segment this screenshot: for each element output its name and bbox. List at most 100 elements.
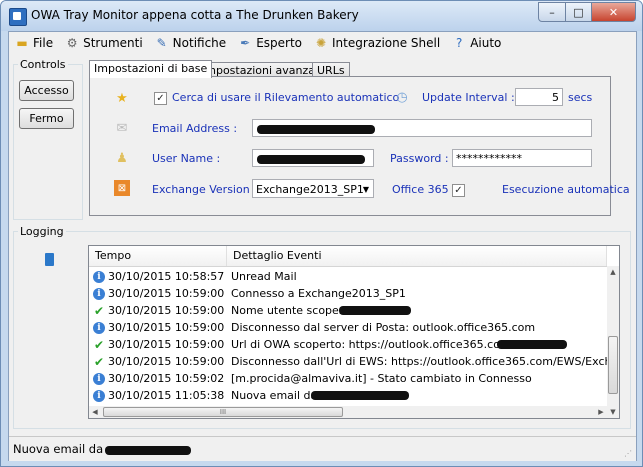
info-icon: i (93, 270, 105, 283)
close-button[interactable]: ✕ (591, 2, 636, 22)
menu-strumenti-label: Strumenti (83, 36, 143, 50)
shell-icon: ✺ (315, 36, 327, 50)
star-icon: ★ (116, 90, 128, 106)
menu-integrazione-shell[interactable]: ✺ Integrazione Shell (308, 33, 446, 53)
row-time: 30/10/2015 10:59:00 (108, 321, 225, 334)
clock-icon: ◷ (396, 89, 408, 105)
autostart-label[interactable]: Esecuzione automatica (502, 183, 630, 196)
resize-grip-icon[interactable]: ⋰ (624, 449, 634, 459)
window-title: OWA Tray Monitor appena cotta a The Drun… (31, 8, 359, 22)
logging-legend: Logging (20, 225, 64, 238)
redaction-mark (257, 155, 365, 164)
fermo-button[interactable]: Fermo (19, 108, 74, 129)
redaction-mark (257, 125, 375, 134)
password-input[interactable]: ************ (452, 149, 592, 167)
redaction-mark (311, 391, 409, 400)
status-text: Nuova email da (13, 442, 104, 456)
table-row[interactable]: i 30/10/2015 11:05:38 Nuova email da (89, 387, 607, 404)
tab-impostazioni-di-base[interactable]: Impostazioni di base (89, 60, 213, 78)
row-time: 30/10/2015 10:59:00 (108, 355, 225, 368)
menu-notifiche-label: Notifiche (172, 36, 227, 50)
info-icon: i (93, 372, 105, 385)
update-interval-input[interactable]: 5 (515, 88, 563, 106)
menu-strumenti[interactable]: ⚙ Strumenti (59, 33, 149, 53)
row-detail: [m.procida@almaviva.it] - Stato cambiato… (231, 372, 532, 385)
vertical-scrollbar[interactable]: ▲ ▼ (607, 266, 619, 418)
row-detail: Disconnesso dal server di Posta: outlook… (231, 321, 536, 334)
check-icon: ✔ (93, 354, 105, 369)
office365-checkbox[interactable]: ✓ (452, 184, 465, 197)
office365-label: Office 365 (392, 183, 449, 196)
redaction-mark (497, 340, 567, 349)
info-icon: i (93, 321, 105, 334)
update-interval-label: Update Interval : (422, 91, 515, 104)
column-header-dettaglio[interactable]: Dettaglio Eventi (227, 246, 607, 266)
exchange-version-label: Exchange Version : (152, 183, 257, 196)
chevron-down-icon: ▼ (362, 185, 369, 194)
horizontal-scrollbar[interactable]: ◀ III ▶ (89, 406, 607, 418)
menu-file[interactable]: ▬ File (9, 33, 59, 53)
row-time: 30/10/2015 10:59:00 (108, 304, 225, 317)
info-icon: i (93, 287, 105, 300)
row-time: 30/10/2015 10:59:02 (108, 372, 225, 385)
email-input[interactable] (252, 119, 592, 137)
envelope-icon: ✉ (116, 120, 128, 136)
table-row[interactable]: i 30/10/2015 10:59:02 [m.procida@almaviva… (89, 370, 607, 387)
row-detail: Disconnesso dall'Url di EWS: https://out… (231, 355, 607, 368)
username-label: User Name : (152, 152, 221, 165)
row-time: 30/10/2015 10:58:57 (108, 270, 225, 283)
horizontal-scroll-thumb[interactable]: III (103, 407, 343, 417)
redaction-mark (339, 306, 411, 315)
autodetect-checkbox[interactable]: ✓ (154, 92, 167, 105)
row-detail: Unread Mail (231, 270, 297, 283)
scroll-right-icon[interactable]: ▶ (595, 406, 607, 418)
menu-aiuto[interactable]: ? Aiuto (446, 33, 507, 53)
event-log-table[interactable]: Tempo Dettaglio Eventi i 30/10/2015 10:58… (88, 245, 620, 419)
gear-icon: ⚙ (66, 36, 78, 50)
table-row[interactable]: i 30/10/2015 10:58:57 Unread Mail (89, 268, 607, 285)
menu-notifiche[interactable]: ✎ Notifiche (149, 33, 233, 53)
log-document-icon (45, 253, 54, 266)
check-icon: ✔ (93, 303, 105, 318)
menu-esperto-label: Esperto (256, 36, 303, 50)
wrench-icon: ✒ (240, 36, 251, 50)
help-icon: ? (456, 36, 463, 50)
exchange-icon: ⊠ (114, 180, 130, 196)
table-row[interactable]: ✔ 30/10/2015 10:59:00 Disconnesso dall'Ur… (89, 353, 607, 370)
accesso-button[interactable]: Accesso (19, 80, 74, 101)
info-icon: i (93, 389, 105, 402)
event-log-header: Tempo Dettaglio Eventi (89, 246, 607, 267)
table-row[interactable]: ✔ 30/10/2015 10:59:00 Url di OWA scoperto… (89, 336, 607, 353)
exchange-version-select[interactable]: Exchange2013_SP1 ▼ (252, 179, 374, 198)
notification-icon: ✎ (156, 36, 167, 50)
menu-esperto[interactable]: ✒ Esperto (232, 33, 308, 53)
table-row[interactable]: i 30/10/2015 10:59:00 Disconnesso dal ser… (89, 319, 607, 336)
check-icon: ✔ (93, 337, 105, 352)
maximize-button[interactable]: □ (565, 2, 592, 22)
controls-legend: Controls (20, 58, 66, 71)
vertical-scroll-thumb[interactable] (608, 336, 618, 394)
username-input[interactable] (252, 149, 374, 167)
autodetect-label: Cerca di usare il Rilevamento automatico (172, 91, 400, 104)
minimize-button[interactable]: – (538, 2, 566, 22)
app-window: OWA Tray Monitor appena cotta a The Drun… (0, 0, 643, 467)
table-row[interactable]: ✔ 30/10/2015 10:59:00 Nome utente scopert… (89, 302, 607, 319)
menu-bar: ▬ File ⚙ Strumenti ✎ Notifiche ✒ Esperto… (9, 32, 636, 54)
row-time: 30/10/2015 10:59:00 (108, 338, 225, 351)
menu-file-label: File (33, 36, 54, 50)
user-icon: ♟ (116, 150, 128, 166)
scroll-up-icon[interactable]: ▲ (607, 266, 619, 278)
scroll-down-icon[interactable]: ▼ (607, 406, 619, 418)
redaction-mark (105, 446, 191, 455)
row-time: 30/10/2015 10:59:00 (108, 287, 225, 300)
password-label: Password : (390, 152, 449, 165)
update-interval-unit: secs (568, 91, 593, 104)
client-area: ▬ File ⚙ Strumenti ✎ Notifiche ✒ Esperto… (8, 31, 637, 461)
title-bar[interactable]: OWA Tray Monitor appena cotta a The Drun… (1, 1, 642, 31)
column-header-tempo[interactable]: Tempo (89, 246, 227, 266)
status-bar: Nuova email da ⋰ (9, 436, 636, 461)
email-label: Email Address : (152, 122, 238, 135)
scroll-left-icon[interactable]: ◀ (89, 406, 101, 418)
table-row[interactable]: i 30/10/2015 10:59:00 Connesso a Exchange… (89, 285, 607, 302)
app-icon (9, 8, 27, 26)
